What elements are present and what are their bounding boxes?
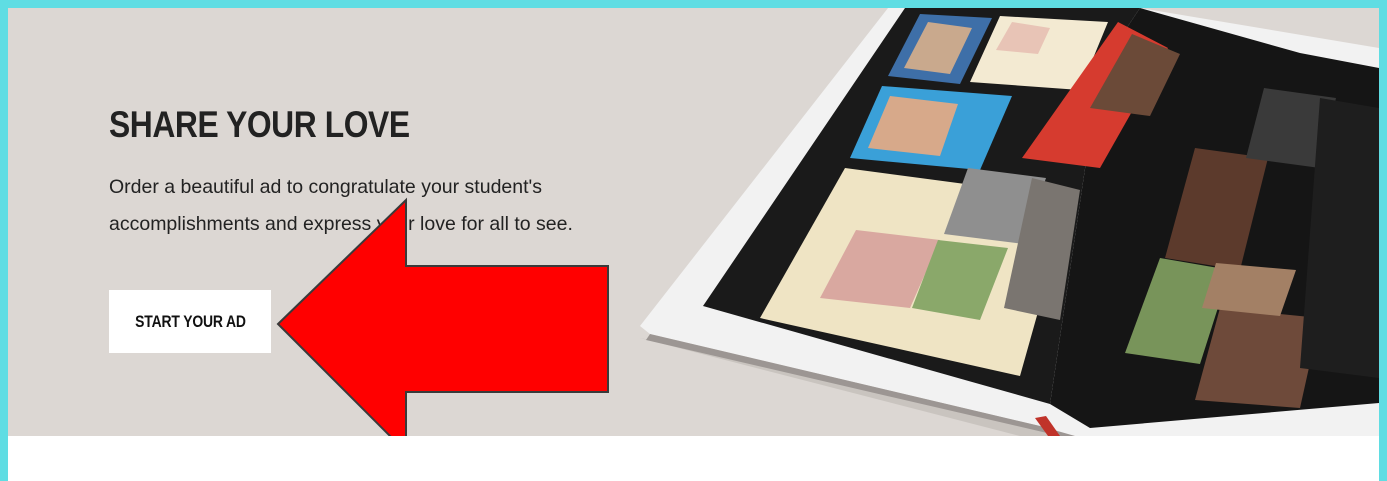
red-arrow-icon <box>276 197 609 436</box>
hero-section: SHARE YOUR LOVE Order a beautiful ad to … <box>8 8 1379 436</box>
hero-headline: SHARE YOUR LOVE <box>109 104 410 145</box>
start-your-ad-label: START YOUR AD <box>134 311 246 331</box>
screenshot-frame: SHARE YOUR LOVE Order a beautiful ad to … <box>8 8 1379 481</box>
yearbook-image <box>640 8 1379 436</box>
start-your-ad-button[interactable]: START YOUR AD <box>109 290 271 353</box>
